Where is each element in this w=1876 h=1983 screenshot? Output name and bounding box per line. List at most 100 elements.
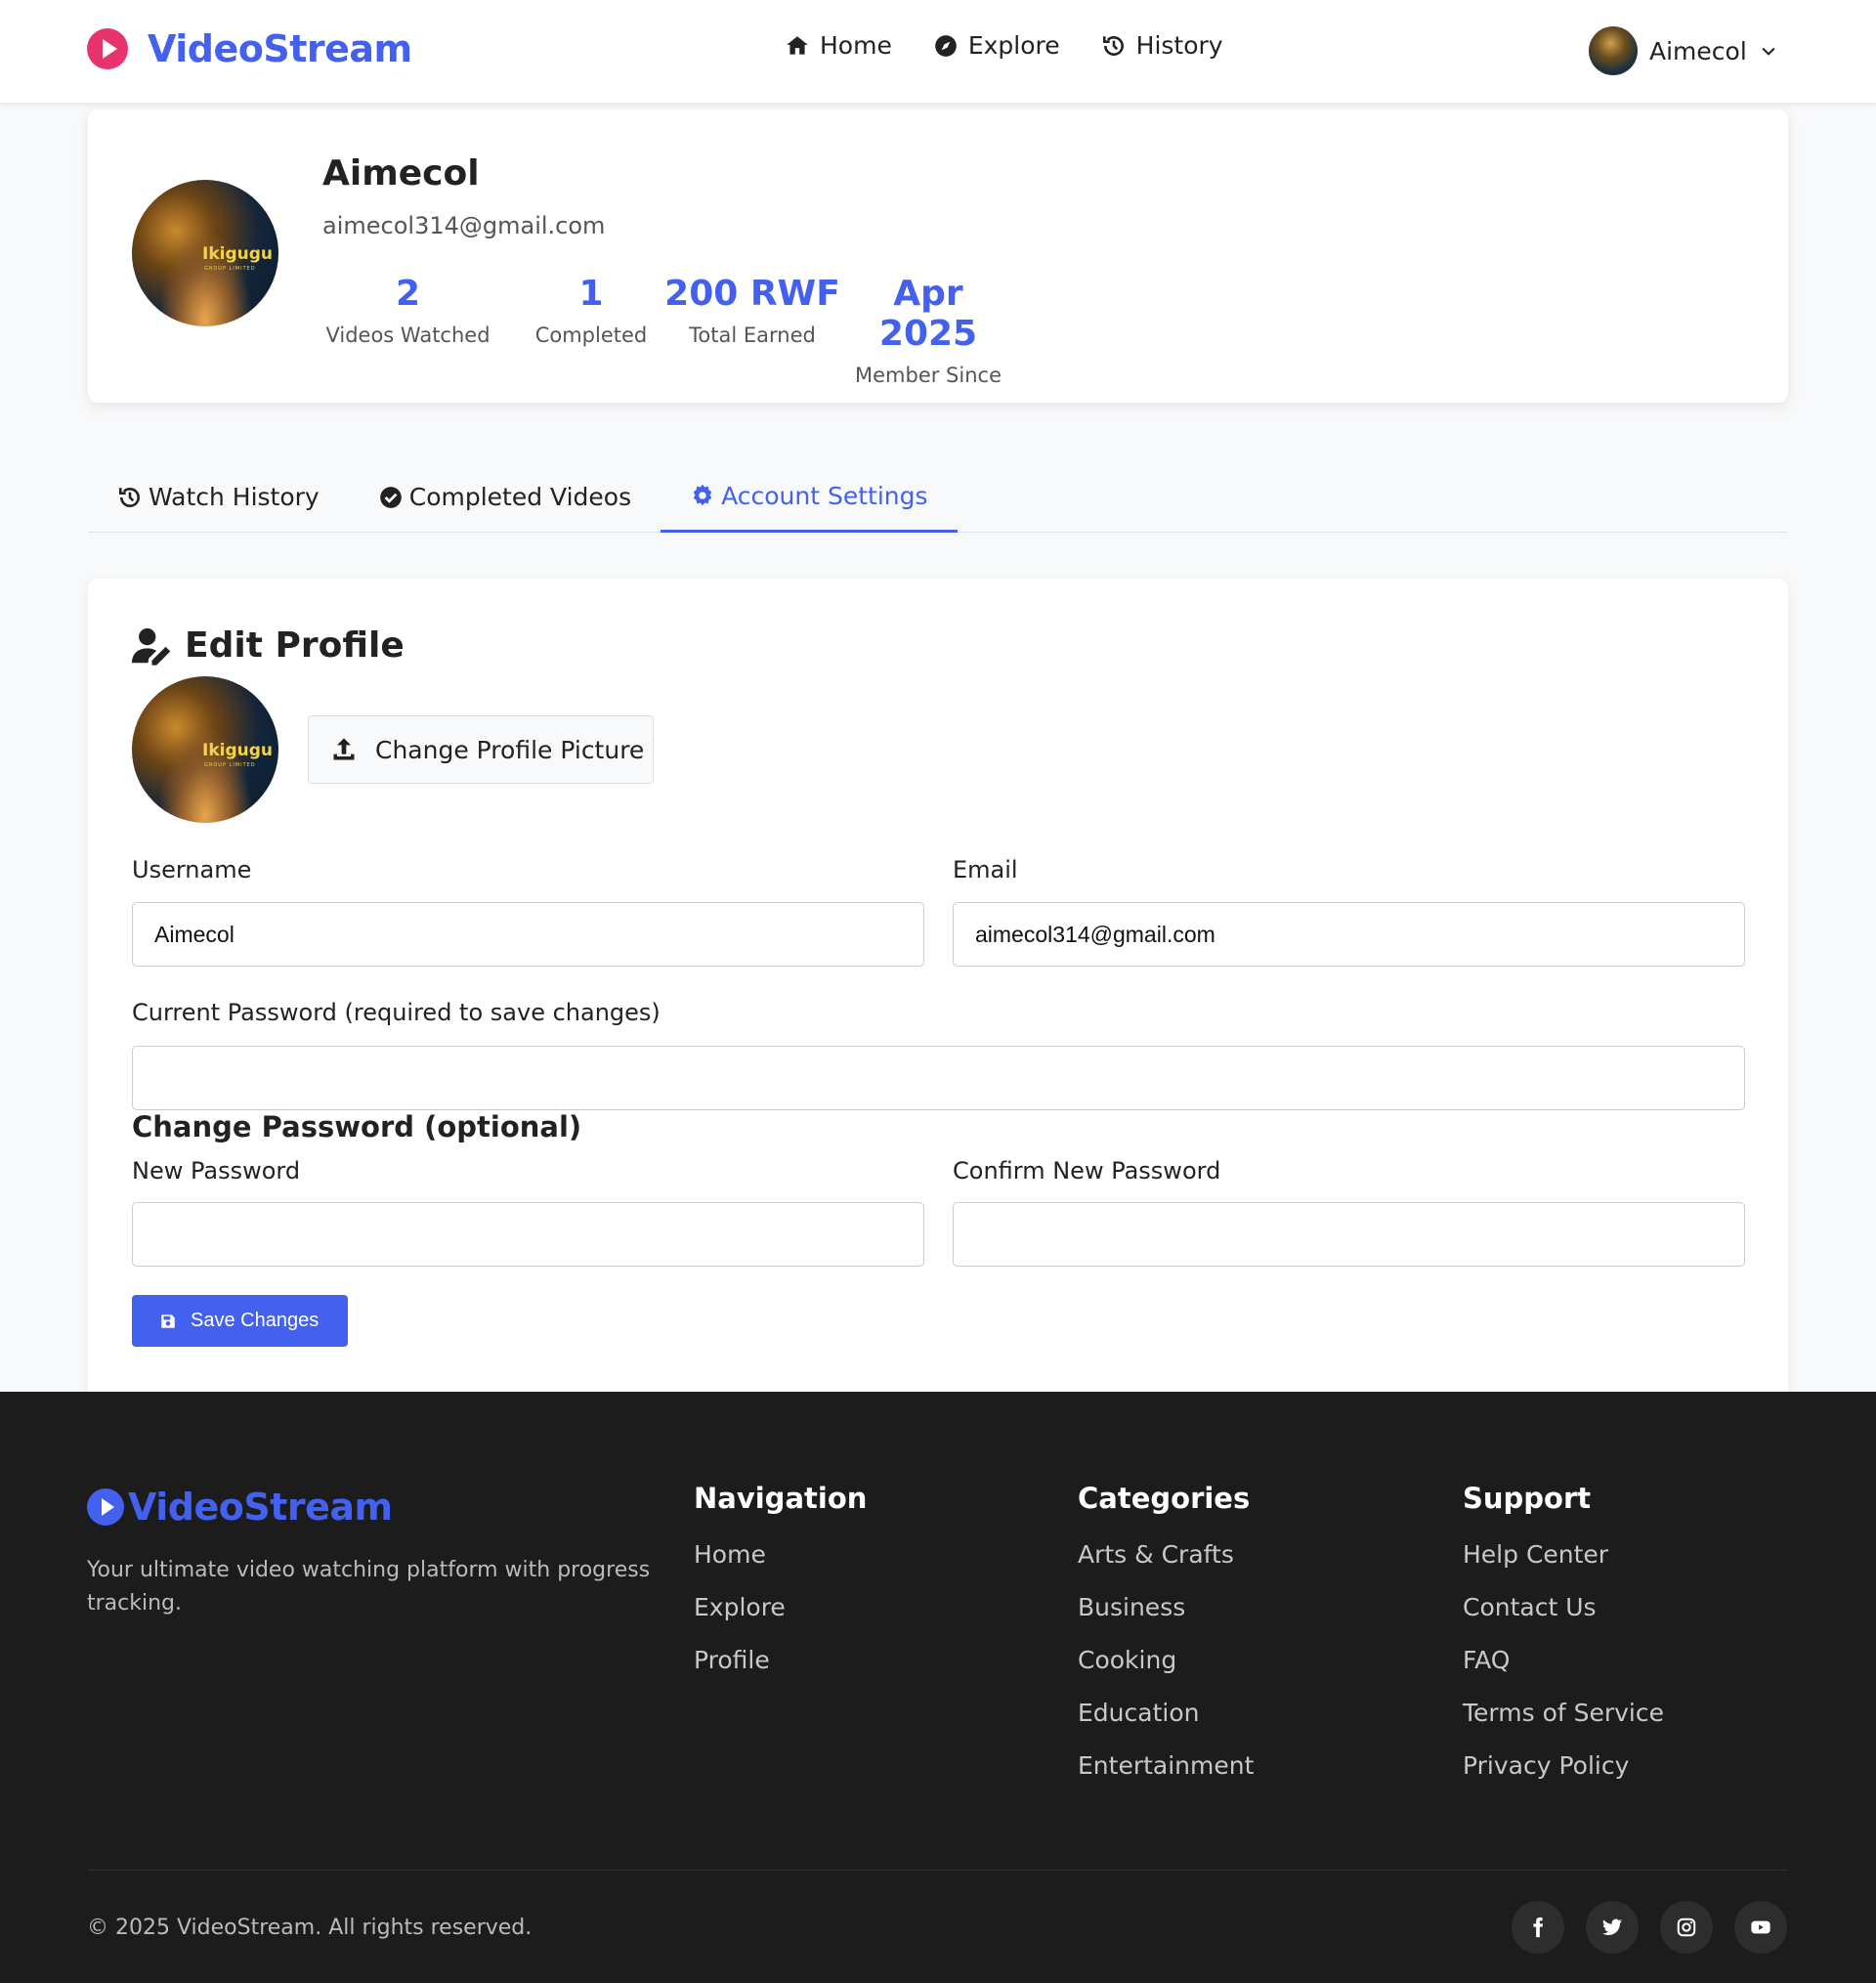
gear-icon <box>693 484 712 506</box>
site-footer: VideoStream Your ultimate video watching… <box>0 1392 1876 1983</box>
avatar-brand-text: Ikigugu <box>202 244 274 264</box>
profile-tabs: Watch History Completed Videos Account S… <box>88 461 1788 533</box>
footer-column-title: Categories <box>1078 1482 1251 1515</box>
play-logo-icon <box>87 28 128 69</box>
footer-brand-logo[interactable]: VideoStream <box>87 1486 393 1529</box>
email-label: Email <box>953 856 1018 884</box>
footer-link[interactable]: Business <box>1078 1593 1254 1646</box>
new-password-input[interactable] <box>132 1202 924 1267</box>
user-menu[interactable]: Aimecol <box>1589 26 1778 75</box>
footer-link[interactable]: Profile <box>694 1646 867 1699</box>
footer-link[interactable]: Arts & Crafts <box>1078 1540 1254 1593</box>
new-password-label: New Password <box>132 1157 301 1185</box>
edit-profile-avatar: Ikigugu GROUP LIMITED <box>132 676 278 823</box>
home-icon <box>787 35 808 55</box>
nav-explore[interactable]: Explore <box>933 31 1060 60</box>
footer-column-support: Support Help Center Contact Us FAQ Terms… <box>1463 1482 1664 1804</box>
stat-value: 1 <box>578 274 604 314</box>
stat-value: 200 RWF <box>664 274 840 314</box>
instagram-icon <box>1677 1918 1696 1937</box>
stat-videos-watched: 2 Videos Watched <box>322 274 493 347</box>
stat-member-since: Apr 2025 Member Since <box>845 274 1011 387</box>
profile-email: aimecol314@gmail.com <box>322 212 606 239</box>
stat-label: Total Earned <box>689 323 816 347</box>
twitter-link[interactable] <box>1586 1901 1639 1954</box>
tab-label: Account Settings <box>721 481 928 510</box>
compass-icon <box>934 34 957 57</box>
history-icon <box>1102 35 1124 56</box>
edit-profile-heading: Edit Profile <box>132 625 405 666</box>
user-edit-icon <box>132 627 171 666</box>
save-icon <box>161 1314 175 1328</box>
footer-link[interactable]: Contact Us <box>1463 1593 1664 1646</box>
instagram-link[interactable] <box>1660 1901 1713 1954</box>
brand-name: VideoStream <box>148 27 412 70</box>
footer-link[interactable]: Cooking <box>1078 1646 1254 1699</box>
stat-label: Member Since <box>855 364 1002 387</box>
footer-link[interactable]: Help Center <box>1463 1540 1664 1593</box>
youtube-icon <box>1751 1920 1770 1934</box>
profile-avatar: Ikigugu GROUP LIMITED <box>132 180 278 326</box>
footer-column-navigation: Navigation Home Explore Profile <box>694 1482 867 1699</box>
change-picture-label: Change Profile Picture <box>375 735 645 764</box>
upload-icon <box>333 738 355 760</box>
nav-history[interactable]: History <box>1101 31 1223 60</box>
confirm-password-input[interactable] <box>953 1202 1745 1267</box>
avatar-brand-subtext: GROUP LIMITED <box>204 762 256 768</box>
facebook-link[interactable] <box>1512 1901 1564 1954</box>
email-input[interactable]: aimecol314@gmail.com <box>953 902 1745 967</box>
stat-total-earned: 200 RWF Total Earned <box>662 274 842 347</box>
profile-name: Aimecol <box>322 153 480 194</box>
footer-link[interactable]: Entertainment <box>1078 1751 1254 1804</box>
footer-link[interactable]: Terms of Service <box>1463 1699 1664 1751</box>
social-links <box>1512 1901 1787 1954</box>
tab-completed-videos[interactable]: Completed Videos <box>349 461 661 533</box>
stat-completed: 1 Completed <box>518 274 664 347</box>
footer-column-title: Navigation <box>694 1482 868 1515</box>
change-profile-picture-button[interactable]: Change Profile Picture <box>308 715 654 784</box>
history-icon <box>118 487 140 507</box>
avatar-brand-subtext: GROUP LIMITED <box>204 266 256 272</box>
stat-value: Apr 2025 <box>878 274 978 354</box>
edit-profile-title: Edit Profile <box>185 625 405 666</box>
profile-card: Ikigugu GROUP LIMITED Aimecol aimecol314… <box>88 109 1788 403</box>
footer-column-categories: Categories Arts & Crafts Business Cookin… <box>1078 1482 1254 1804</box>
user-menu-name: Aimecol <box>1649 36 1747 65</box>
footer-link[interactable]: FAQ <box>1463 1646 1664 1699</box>
footer-link[interactable]: Home <box>694 1540 867 1593</box>
nav-home[interactable]: Home <box>785 31 892 60</box>
account-settings-card: Edit Profile Ikigugu GROUP LIMITED Chang… <box>88 579 1788 1400</box>
footer-link[interactable]: Education <box>1078 1699 1254 1751</box>
stat-label: Videos Watched <box>325 323 490 347</box>
footer-link[interactable]: Explore <box>694 1593 867 1646</box>
save-changes-label: Save Changes <box>191 1310 320 1331</box>
footer-link[interactable]: Privacy Policy <box>1463 1751 1664 1804</box>
footer-column-title: Support <box>1463 1482 1592 1515</box>
stat-label: Completed <box>534 323 648 347</box>
tab-account-settings[interactable]: Account Settings <box>661 461 958 533</box>
chevron-down-icon <box>1762 47 1775 56</box>
tab-watch-history[interactable]: Watch History <box>88 461 349 533</box>
nav-home-label: Home <box>820 31 892 60</box>
nav-history-label: History <box>1135 31 1223 60</box>
current-password-input[interactable] <box>132 1046 1745 1110</box>
brand-logo[interactable]: VideoStream <box>87 27 412 70</box>
main-nav: Home Explore History <box>785 31 1223 60</box>
nav-explore-label: Explore <box>967 31 1060 60</box>
tab-label: Watch History <box>149 483 320 511</box>
footer-brand-name: VideoStream <box>128 1486 393 1529</box>
facebook-icon <box>1533 1917 1544 1938</box>
username-label: Username <box>132 856 252 884</box>
username-input[interactable]: Aimecol <box>132 902 924 967</box>
top-header: VideoStream Home Explore History Aimecol <box>0 0 1876 103</box>
confirm-password-label: Confirm New Password <box>953 1157 1221 1185</box>
copyright-text: © 2025 VideoStream. All rights reserved. <box>87 1916 533 1940</box>
avatar <box>1589 26 1638 75</box>
avatar-brand-text: Ikigugu <box>202 741 274 760</box>
stat-value: 2 <box>395 274 421 314</box>
save-changes-button[interactable]: Save Changes <box>132 1295 348 1347</box>
tab-label: Completed Videos <box>408 483 632 511</box>
twitter-icon <box>1601 1918 1623 1935</box>
footer-description: Your ultimate video watching platform wi… <box>87 1558 651 1616</box>
youtube-link[interactable] <box>1734 1901 1787 1954</box>
